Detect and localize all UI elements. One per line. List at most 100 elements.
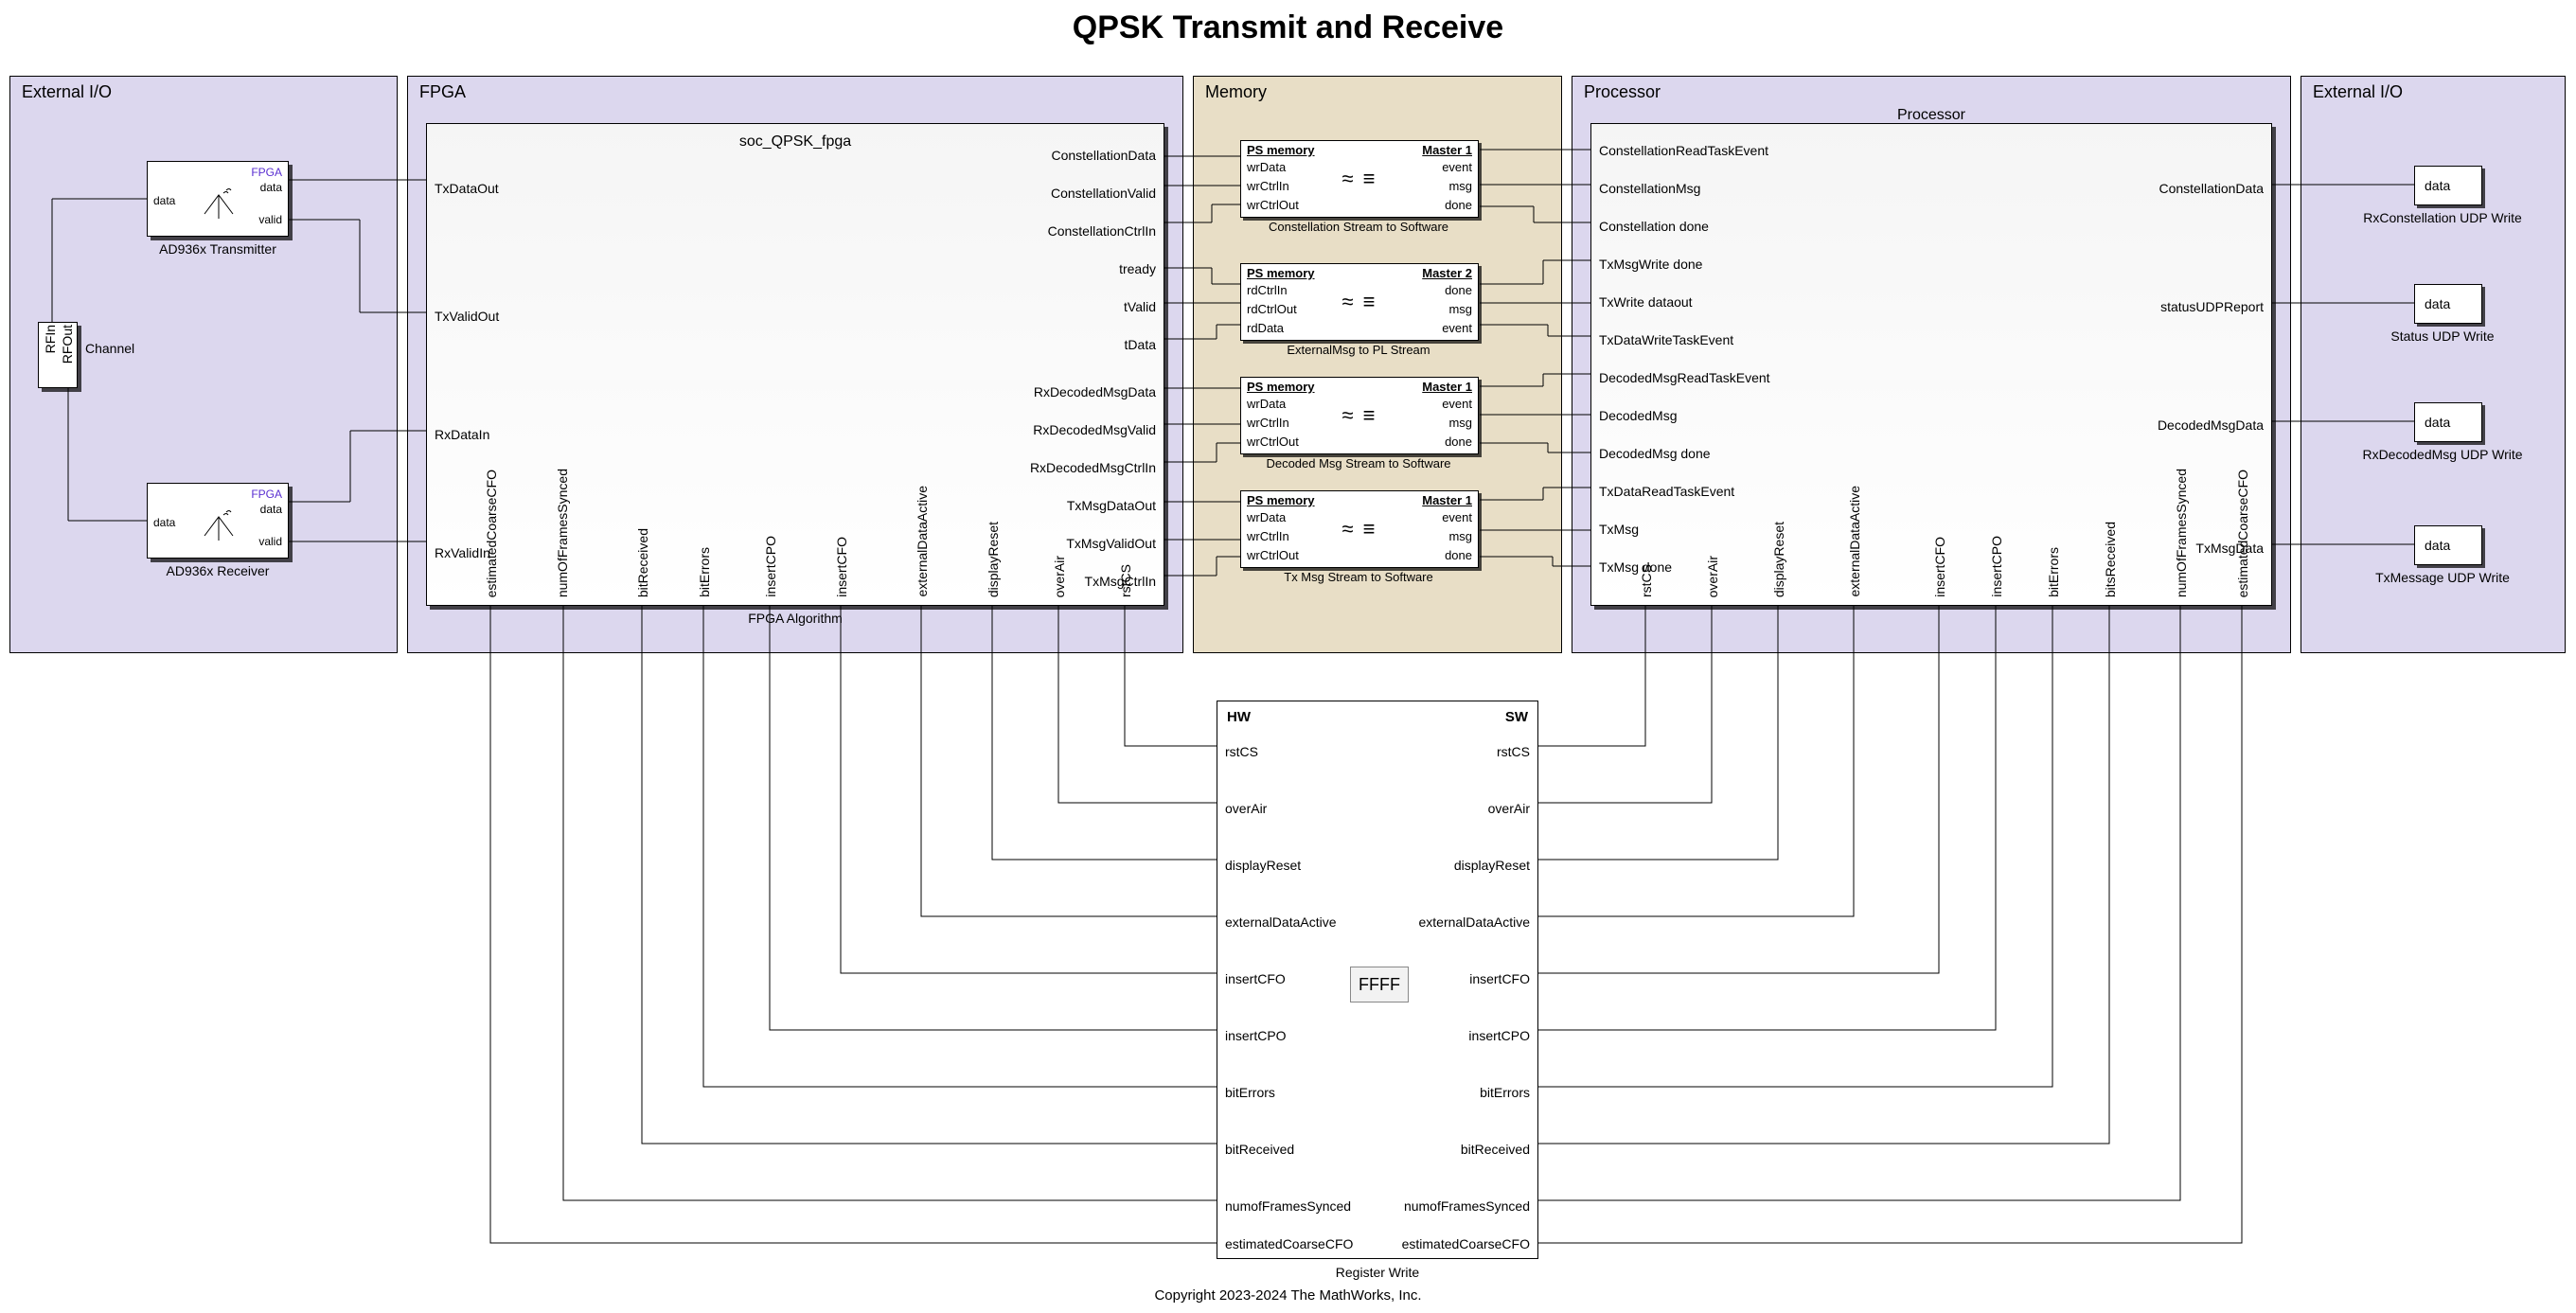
stream-icon: ≈ ≡ <box>1341 517 1377 541</box>
fpga-bottom-port: overAir <box>1052 556 1067 597</box>
membox-row-l: wrCtrlIn <box>1247 179 1289 193</box>
reg-row: numofFramesSynced <box>1225 1198 1351 1214</box>
processor-left-port: TxWrite dataout <box>1599 294 1693 310</box>
membox-row-l: rdCtrlOut <box>1247 302 1297 316</box>
fpga-bottom-port: numOfFramesSynced <box>555 469 570 597</box>
fpga-left-port: TxDataOut <box>435 181 499 196</box>
fpga-right-port: TxMsgDataOut <box>1067 498 1156 513</box>
reg-row: bitReceived <box>1225 1142 1294 1157</box>
reg-row: overAir <box>1225 801 1267 816</box>
memory-txmsg-stream[interactable]: PS memory Master 1 wrDataevent wrCtrlInm… <box>1240 490 1479 568</box>
memory-externalmsg-stream[interactable]: PS memory Master 2 rdCtrlIndone rdCtrlOu… <box>1240 263 1479 341</box>
membox-hdr-r: Master 1 <box>1422 143 1472 157</box>
section-external-io-right: External I/O <box>2301 76 2566 653</box>
reg-row: insertCFO <box>1225 971 1286 986</box>
tx-transceiver-block[interactable]: data FPGA data valid <box>147 161 289 237</box>
sink-txmessage[interactable]: data <box>2414 525 2482 565</box>
membox-hdr-r: Master 1 <box>1422 493 1472 507</box>
membox-hdr-r: Master 1 <box>1422 380 1472 394</box>
processor-left-port: Constellation done <box>1599 219 1709 234</box>
section-label: Memory <box>1205 82 1267 102</box>
processor-left-port: TxDataReadTaskEvent <box>1599 484 1734 499</box>
port-fpga: FPGA <box>251 166 282 179</box>
membox-row-r: event <box>1442 160 1472 174</box>
processor-right-port: DecodedMsgData <box>2158 417 2264 433</box>
membox-row-l: wrData <box>1247 397 1286 411</box>
fpga-right-port: ConstellationCtrlIn <box>1048 223 1156 239</box>
reg-row: rstCS <box>1225 744 1258 759</box>
processor-bottom-port: insertCFO <box>1932 537 1947 597</box>
membox-hdr-l: PS memory <box>1247 266 1315 280</box>
stream-icon: ≈ ≡ <box>1341 167 1377 191</box>
processor-block[interactable]: Processor ConstellationReadTaskEvent Con… <box>1590 123 2272 606</box>
reg-row-r: rstCS <box>1497 744 1530 759</box>
sink-decodedmsg[interactable]: data <box>2414 402 2482 442</box>
membox-hdr-l: PS memory <box>1247 493 1315 507</box>
membox-hdr-l: PS memory <box>1247 380 1315 394</box>
sink-label: Status UDP Write <box>2329 328 2556 344</box>
ffff-display: FFFF <box>1350 967 1409 1002</box>
processor-left-port: DecodedMsg <box>1599 408 1678 423</box>
membox-row-r: event <box>1442 321 1472 335</box>
processor-left-port: TxMsgWrite done <box>1599 257 1702 272</box>
membox-row-r: event <box>1442 510 1472 524</box>
membox-row-r: done <box>1445 548 1472 562</box>
membox-row-r: msg <box>1448 529 1472 543</box>
memory-cap: Decoded Msg Stream to Software <box>1240 456 1477 470</box>
fpga-bottom-port: rstCS <box>1118 564 1133 597</box>
reg-row: displayReset <box>1225 858 1301 873</box>
membox-row-r: msg <box>1448 416 1472 430</box>
reg-row: externalDataActive <box>1225 914 1337 930</box>
fpga-right-port: RxDecodedMsgValid <box>1033 422 1156 437</box>
memory-decodedmsg-stream[interactable]: PS memory Master 1 wrDataevent wrCtrlInm… <box>1240 377 1479 454</box>
copyright: Copyright 2023-2024 The MathWorks, Inc. <box>0 1287 2576 1304</box>
fpga-right-port: ConstellationData <box>1051 148 1156 163</box>
sink-constellation[interactable]: data <box>2414 166 2482 205</box>
processor-right-port: statusUDPReport <box>2160 299 2264 314</box>
fpga-right-port: RxDecodedMsgData <box>1034 384 1156 399</box>
memory-cap: Constellation Stream to Software <box>1240 220 1477 234</box>
processor-bottom-port: bitErrors <box>2046 547 2061 597</box>
register-write-block[interactable]: HW SW rstCSrstCS overAiroverAir displayR… <box>1217 701 1538 1259</box>
reg-row: estimatedCoarseCFO <box>1225 1236 1353 1251</box>
channel-block[interactable]: RFIn RFOut <box>38 322 78 388</box>
sink-status[interactable]: data <box>2414 284 2482 324</box>
membox-row-r: done <box>1445 435 1472 449</box>
reg-row: insertCPO <box>1225 1028 1287 1043</box>
membox-hdr-r: Master 2 <box>1422 266 1472 280</box>
fpga-bottom-port: insertCFO <box>834 537 849 597</box>
fpga-right-port: RxDecodedMsgCtrlIn <box>1030 460 1156 475</box>
memory-cap: Tx Msg Stream to Software <box>1240 570 1477 584</box>
fpga-bottom-port: estimatedCoarseCFO <box>484 470 499 597</box>
sink-port-label: data <box>2425 178 2450 193</box>
processor-bottom-port: estimatedCoarseCFO <box>2235 470 2250 597</box>
reg-row-r: overAir <box>1488 801 1530 816</box>
fpga-bottom-port: externalDataActive <box>915 486 930 597</box>
rfin-port: RFIn <box>43 325 58 353</box>
channel-label: Channel <box>85 341 142 356</box>
fpga-block[interactable]: soc_QPSK_fpga TxDataOut TxValidOut RxDat… <box>426 123 1164 606</box>
port-data-r: data <box>260 181 282 194</box>
port-valid: valid <box>258 213 282 226</box>
fpga-bottom-port: bitErrors <box>697 547 712 597</box>
processor-bottom-port: rstCS <box>1639 564 1654 597</box>
rx-transceiver-block[interactable]: data FPGA data valid <box>147 483 289 559</box>
processor-bottom-port: externalDataActive <box>1847 486 1862 597</box>
reg-row-r: numofFramesSynced <box>1404 1198 1530 1214</box>
antenna-icon <box>200 507 238 545</box>
membox-row-l: wrData <box>1247 160 1286 174</box>
fpga-bottom-port: bitReceived <box>635 528 650 597</box>
membox-row-l: wrCtrlOut <box>1247 435 1299 449</box>
memory-cap: ExternalMsg to PL Stream <box>1240 343 1477 357</box>
membox-row-l: wrCtrlIn <box>1247 529 1289 543</box>
fpga-bottom-port: displayReset <box>986 522 1001 597</box>
fpga-bottom-port: insertCPO <box>763 536 778 597</box>
diagram-root: QPSK Transmit and Receive External I/O F… <box>0 0 2576 1313</box>
processor-left-port: ConstellationReadTaskEvent <box>1599 143 1768 158</box>
stream-icon: ≈ ≡ <box>1341 290 1377 314</box>
memory-constellation-stream[interactable]: PS memory Master 1 wrDataevent wrCtrlInm… <box>1240 140 1479 218</box>
tx-block-label: AD936x Transmitter <box>147 241 289 257</box>
reg-row-r: estimatedCoarseCFO <box>1402 1236 1530 1251</box>
membox-row-r: msg <box>1448 179 1472 193</box>
port-data-r: data <box>260 503 282 516</box>
